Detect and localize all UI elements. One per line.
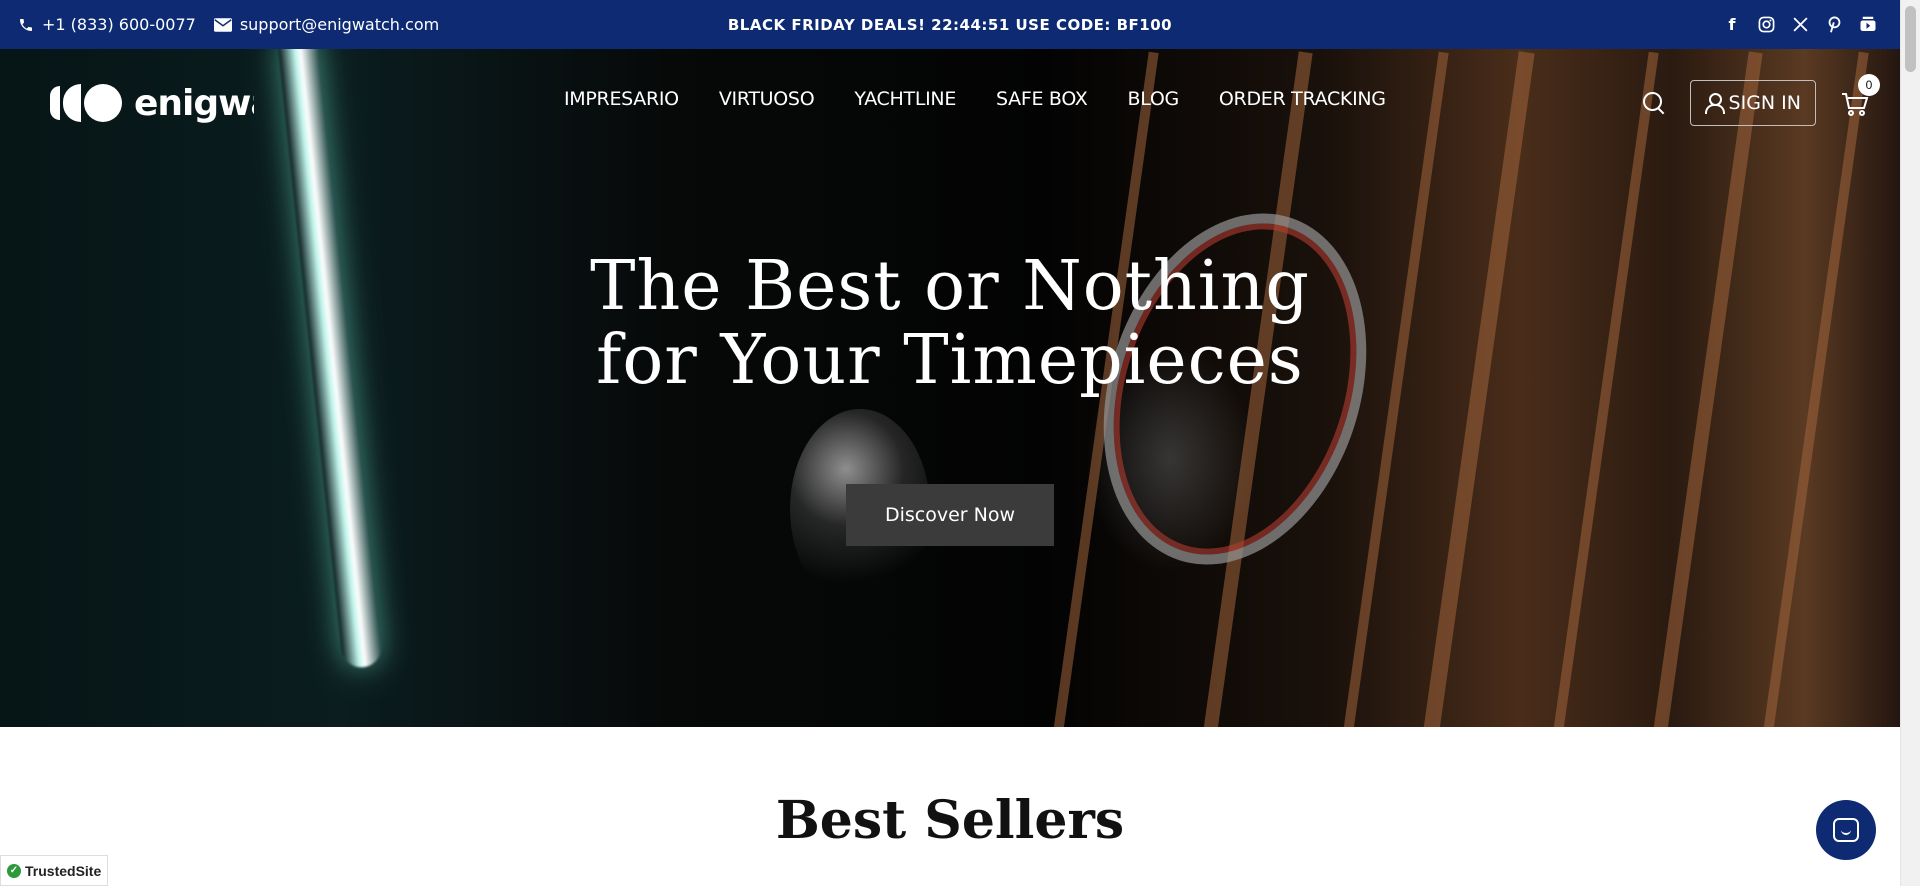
search-icon[interactable] [1642, 91, 1666, 115]
pinterest-icon[interactable] [1824, 15, 1844, 35]
x-icon[interactable] [1790, 15, 1810, 35]
nav-item-safe-box[interactable]: SAFE BOX [996, 88, 1088, 110]
trustedsite-badge[interactable]: ✓ TrustedSite [0, 855, 109, 886]
scrollbar-thumb[interactable] [1905, 6, 1916, 72]
hero-title-line-1: The Best or Nothing [590, 247, 1310, 326]
hero-title-line-2: for Your Timepieces [596, 321, 1304, 400]
youtube-icon[interactable] [1858, 15, 1878, 35]
chat-icon [1833, 818, 1859, 842]
nav-item-yachtline[interactable]: YACHTLINE [854, 88, 956, 110]
cart-button[interactable]: 0 [1840, 74, 1880, 118]
nav-item-order-tracking[interactable]: ORDER TRACKING [1219, 88, 1386, 110]
nav-item-blog[interactable]: BLOG [1127, 88, 1179, 110]
best-sellers-heading: Best Sellers [775, 790, 1125, 851]
contact-info: +1 (833) 600-0077 support@enigwatch.com [18, 0, 439, 49]
announcement-bar: +1 (833) 600-0077 support@enigwatch.com … [0, 0, 1920, 49]
phone-icon [20, 18, 32, 31]
checkmark-icon: ✓ [7, 863, 21, 878]
trustedsite-label: TrustedSite [25, 862, 102, 879]
cart-count-badge: 0 [1858, 74, 1880, 96]
social-links: f [1722, 0, 1878, 49]
facebook-icon[interactable]: f [1722, 15, 1742, 35]
site-logo[interactable]: enigwatch [50, 82, 254, 124]
phone-number: +1 (833) 600-0077 [42, 15, 196, 34]
sign-in-label: SIGN IN [1728, 92, 1801, 114]
sign-in-button[interactable]: SIGN IN [1689, 80, 1816, 126]
chat-launcher-button[interactable] [1816, 800, 1876, 860]
phone-link[interactable]: +1 (833) 600-0077 [18, 15, 196, 34]
nav-item-impresario[interactable]: IMPRESARIO [564, 88, 679, 110]
header-actions: SIGN IN 0 [1642, 74, 1880, 126]
envelope-icon [213, 17, 232, 32]
hero-title: The Best or Nothing for Your Timepieces [0, 250, 1900, 398]
main-nav: IMPRESARIO VIRTUOSO YACHTLINE SAFE BOX B… [564, 88, 1386, 110]
logo-wordmark: enigwatch [134, 82, 254, 124]
email-address: support@enigwatch.com [239, 15, 440, 34]
nav-item-virtuoso[interactable]: VIRTUOSO [719, 88, 815, 110]
user-icon [1704, 93, 1725, 114]
instagram-icon[interactable] [1756, 15, 1776, 35]
email-link[interactable]: support@enigwatch.com [213, 15, 440, 34]
page-scrollbar[interactable] [1900, 0, 1920, 886]
discover-now-button[interactable]: Discover Now [846, 484, 1054, 546]
logo-mark-icon [50, 84, 122, 122]
